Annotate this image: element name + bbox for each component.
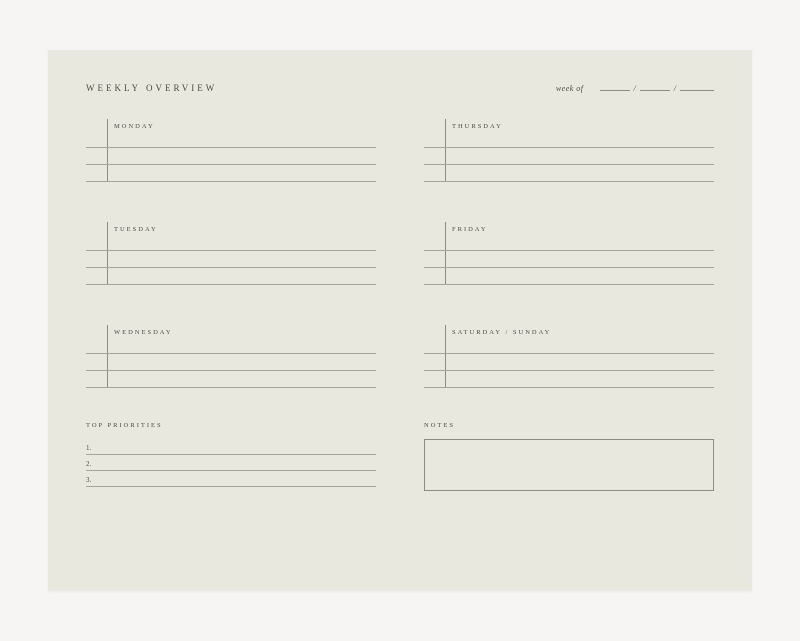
notes-label: NOTES [424, 422, 714, 429]
day-writing-line[interactable] [424, 354, 714, 371]
top-priorities: TOP PRIORITIES 1. 2. 3. [86, 422, 376, 491]
day-writing-line[interactable] [86, 354, 376, 371]
day-label-wednesday: WEDNESDAY [108, 329, 173, 337]
day-writing-line[interactable] [424, 251, 714, 268]
page-title: WEEKLY OVERVIEW [86, 83, 217, 93]
day-writing-line[interactable] [86, 131, 376, 148]
day-friday: FRIDAY [424, 222, 714, 285]
day-thursday: THURSDAY [424, 119, 714, 182]
day-writing-line[interactable] [86, 251, 376, 268]
notes: NOTES [424, 422, 714, 491]
day-label-weekend: SATURDAY / SUNDAY [446, 329, 551, 337]
slash-1: / [632, 84, 638, 93]
day-writing-line[interactable] [424, 268, 714, 285]
priorities-label: TOP PRIORITIES [86, 422, 376, 429]
planner-page: WEEKLY OVERVIEW week of / / MONDAY [48, 50, 752, 591]
day-writing-line[interactable] [86, 268, 376, 285]
day-writing-line[interactable] [86, 371, 376, 388]
day-label-thursday: THURSDAY [446, 123, 503, 131]
week-of-label: week of [556, 84, 584, 93]
day-label-friday: FRIDAY [446, 226, 488, 234]
day-writing-line[interactable] [424, 165, 714, 182]
day-writing-line[interactable] [86, 148, 376, 165]
week-of-blank-1[interactable] [600, 82, 630, 91]
day-tuesday: TUESDAY [86, 222, 376, 285]
week-of-blank-2[interactable] [640, 82, 670, 91]
day-writing-line[interactable] [424, 234, 714, 251]
header: WEEKLY OVERVIEW week of / / [86, 82, 714, 93]
day-wednesday: WEDNESDAY [86, 325, 376, 388]
week-of: week of / / [556, 82, 714, 93]
notes-box[interactable] [424, 439, 714, 491]
day-writing-line[interactable] [86, 337, 376, 354]
bottom-sections: TOP PRIORITIES 1. 2. 3. NOTES [86, 422, 714, 491]
day-writing-line[interactable] [424, 371, 714, 388]
day-monday: MONDAY [86, 119, 376, 182]
day-writing-line[interactable] [86, 234, 376, 251]
priority-line-1[interactable]: 1. [86, 439, 376, 455]
day-writing-line[interactable] [424, 337, 714, 354]
slash-2: / [672, 84, 678, 93]
day-writing-line[interactable] [86, 165, 376, 182]
week-of-blank-3[interactable] [680, 82, 714, 91]
day-writing-line[interactable] [424, 131, 714, 148]
days-grid: MONDAY THURSDAY TUESDAY [86, 119, 714, 388]
day-writing-line[interactable] [424, 148, 714, 165]
priority-line-2[interactable]: 2. [86, 455, 376, 471]
day-label-tuesday: TUESDAY [108, 226, 158, 234]
day-label-monday: MONDAY [108, 123, 155, 131]
priority-line-3[interactable]: 3. [86, 471, 376, 487]
day-weekend: SATURDAY / SUNDAY [424, 325, 714, 388]
